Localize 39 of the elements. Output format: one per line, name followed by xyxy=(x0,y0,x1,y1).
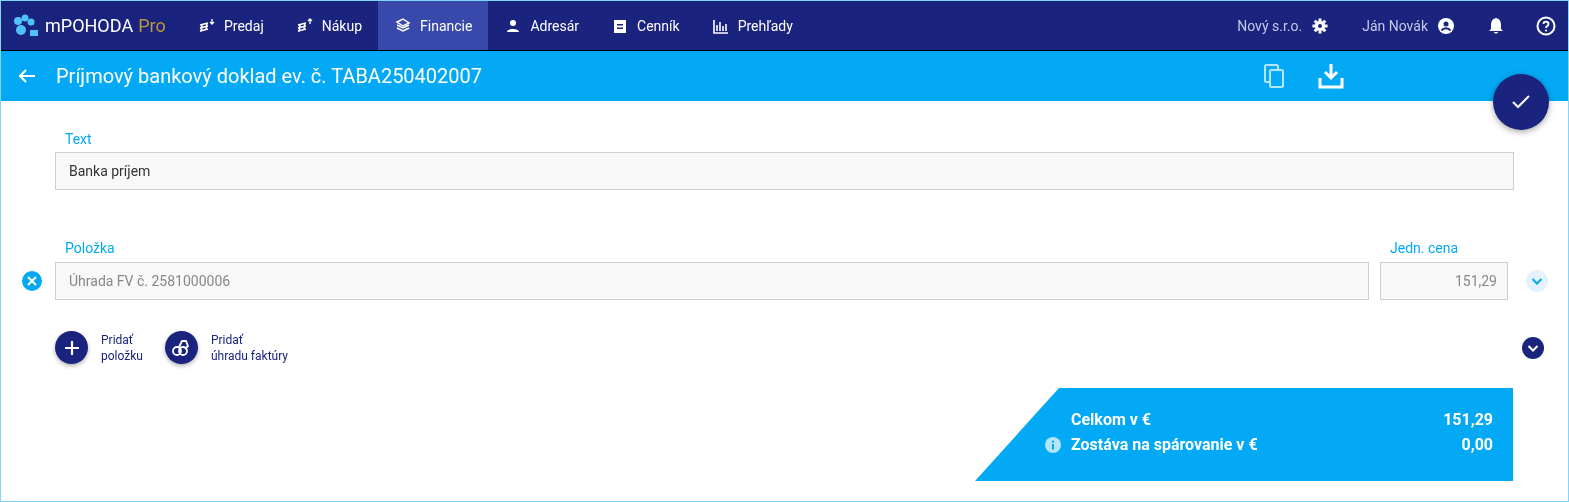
page-title: Príjmový bankový doklad ev. č. TABA250402007 xyxy=(56,64,483,88)
remove-icon[interactable] xyxy=(22,271,42,291)
coins-icon xyxy=(198,16,216,35)
total-value: 151,29 xyxy=(1443,410,1493,429)
help-icon[interactable] xyxy=(1536,15,1556,36)
logo-icon xyxy=(13,13,39,38)
nav-tab[interactable]: Prehľady xyxy=(695,1,809,50)
total-label: Celkom v € xyxy=(1071,410,1152,429)
total-label: Zostáva na spárovanie v € xyxy=(1071,435,1259,454)
field-label: Jedn. cena xyxy=(1390,240,1459,256)
add-button-label[interactable]: Pridať položku xyxy=(101,331,143,364)
field-label: Text xyxy=(64,131,93,147)
coins-icon xyxy=(295,16,314,35)
plus-icon xyxy=(63,339,80,356)
company-name[interactable]: Nový s.r.o. xyxy=(1237,17,1303,34)
coins-icon xyxy=(171,337,192,358)
back-arrow-icon[interactable] xyxy=(18,68,36,84)
settings-icon[interactable] xyxy=(1312,17,1329,34)
text-field[interactable]: Banka príjem xyxy=(55,152,1514,190)
download-icon[interactable] xyxy=(1318,63,1344,89)
account-icon[interactable] xyxy=(1438,17,1454,34)
confirm-button[interactable] xyxy=(1493,74,1549,130)
user-name[interactable]: Ján Novák xyxy=(1362,17,1428,34)
checkmark-icon xyxy=(1511,94,1531,110)
nav-tab[interactable]: Adresár xyxy=(488,1,596,50)
nav-tab[interactable]: Nákup xyxy=(279,1,378,50)
notifications-icon[interactable] xyxy=(1488,16,1504,35)
total-value: 0,00 xyxy=(1461,435,1493,454)
add-payment-button[interactable] xyxy=(164,331,198,364)
banknotes-icon xyxy=(394,16,412,35)
app-name: mPOHODA xyxy=(45,15,134,36)
nav-tab[interactable]: Predaj xyxy=(182,1,280,50)
nav-tab[interactable]: Cenník xyxy=(595,1,696,50)
field-label: Položka xyxy=(64,240,116,256)
app-edition: Pro xyxy=(138,15,166,36)
chevron-down-icon[interactable] xyxy=(1522,336,1544,359)
add-item-button[interactable] xyxy=(55,331,88,364)
nav-tab[interactable]: Financie xyxy=(378,1,489,50)
add-button-label[interactable]: Pridať úhradu faktúry xyxy=(210,331,289,364)
